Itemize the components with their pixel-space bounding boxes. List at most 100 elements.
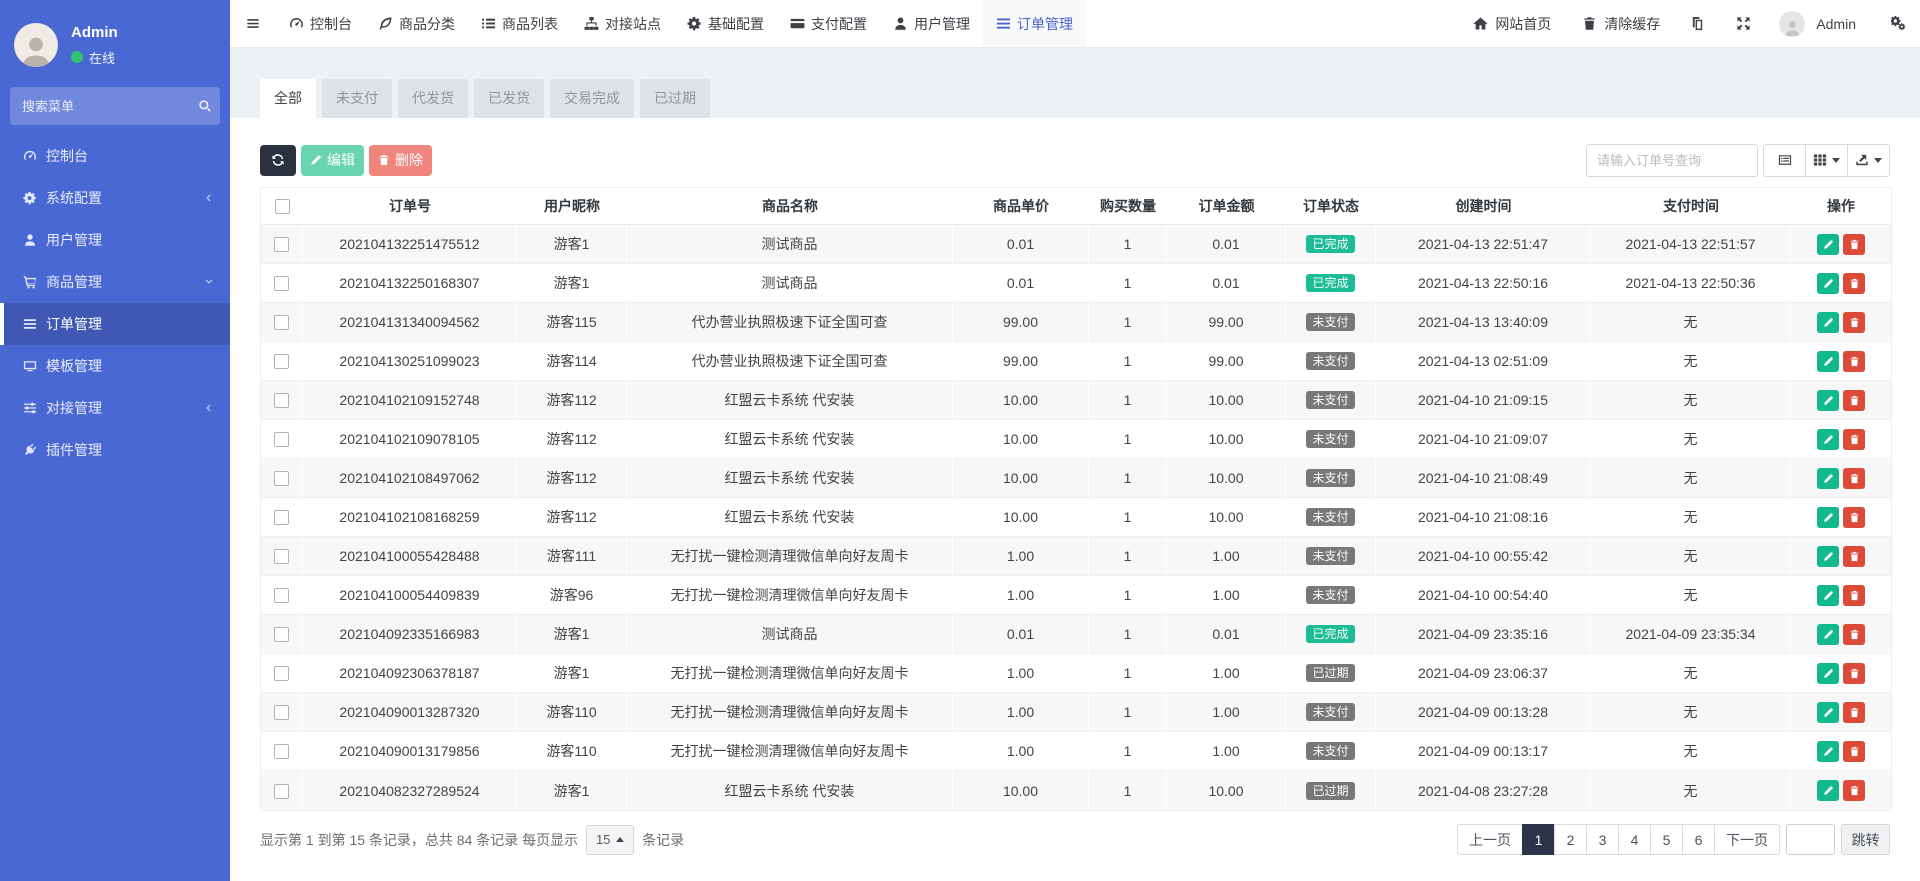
- row-checkbox[interactable]: [274, 510, 289, 525]
- row-delete-button[interactable]: [1843, 663, 1865, 684]
- row-checkbox[interactable]: [274, 549, 289, 564]
- sidebar-item-8[interactable]: 插件管理: [0, 429, 230, 471]
- sidebar-item-4[interactable]: 商品管理: [0, 261, 230, 303]
- columns-button[interactable]: [1805, 144, 1848, 177]
- row-delete-button[interactable]: [1843, 312, 1865, 333]
- sidebar-item-3[interactable]: 用户管理: [0, 219, 230, 261]
- page-jump-button[interactable]: 跳转: [1841, 824, 1890, 855]
- row-edit-button[interactable]: [1817, 468, 1839, 489]
- row-checkbox[interactable]: [274, 315, 289, 330]
- order-search-input[interactable]: [1586, 144, 1758, 177]
- topbar-item-8[interactable]: 订单管理: [983, 0, 1086, 47]
- topbar-item-5[interactable]: 基础配置: [674, 0, 777, 47]
- row-delete-button[interactable]: [1843, 585, 1865, 606]
- row-checkbox[interactable]: [274, 354, 289, 369]
- topbar-item-1[interactable]: 控制台: [276, 0, 365, 47]
- page-button-1[interactable]: 1: [1522, 824, 1555, 855]
- tab-6[interactable]: 已过期: [640, 79, 710, 118]
- row-checkbox[interactable]: [274, 588, 289, 603]
- next-page-button[interactable]: 下一页: [1714, 824, 1780, 855]
- row-edit-button[interactable]: [1817, 390, 1839, 411]
- sidebar-avatar[interactable]: [14, 23, 58, 67]
- row-delete-button[interactable]: [1843, 624, 1865, 645]
- row-delete-button[interactable]: [1843, 351, 1865, 372]
- page-button-5[interactable]: 5: [1650, 824, 1683, 855]
- sidebar-item-7[interactable]: 对接管理: [0, 387, 230, 429]
- row-edit-button[interactable]: [1817, 741, 1839, 762]
- page-button-6[interactable]: 6: [1682, 824, 1715, 855]
- row-edit-button[interactable]: [1817, 546, 1839, 567]
- row-edit-button[interactable]: [1817, 624, 1839, 645]
- sidebar-search-input[interactable]: [22, 99, 198, 114]
- sidebar-item-2[interactable]: 系统配置: [0, 177, 230, 219]
- order-no-cell: 202104090013287320: [303, 693, 517, 732]
- page-button-3[interactable]: 3: [1586, 824, 1619, 855]
- topbar-avatar[interactable]: [1779, 11, 1805, 37]
- sidebar-item-6[interactable]: 模板管理: [0, 345, 230, 387]
- page-jump-input[interactable]: [1786, 824, 1835, 855]
- row-delete-button[interactable]: [1843, 468, 1865, 489]
- topbar-item-7[interactable]: 用户管理: [880, 0, 983, 47]
- copy-page-button[interactable]: [1690, 16, 1705, 31]
- row-delete-button[interactable]: [1843, 429, 1865, 450]
- topbar-item-2[interactable]: 商品分类: [365, 0, 468, 47]
- row-checkbox[interactable]: [274, 432, 289, 447]
- export-button[interactable]: [1847, 144, 1890, 177]
- row-edit-button[interactable]: [1817, 312, 1839, 333]
- topbar-item-4[interactable]: 对接站点: [571, 0, 674, 47]
- row-edit-button[interactable]: [1817, 351, 1839, 372]
- search-icon[interactable]: [198, 99, 212, 113]
- row-delete-button[interactable]: [1843, 273, 1865, 294]
- page-button-2[interactable]: 2: [1554, 824, 1587, 855]
- delete-button[interactable]: 删除: [369, 145, 432, 176]
- row-actions-cell: [1791, 615, 1891, 654]
- row-delete-button[interactable]: [1843, 702, 1865, 723]
- row-edit-button[interactable]: [1817, 234, 1839, 255]
- page-size-dropdown[interactable]: 15: [586, 825, 634, 855]
- sidebar-item-1[interactable]: 控制台: [0, 135, 230, 177]
- row-checkbox[interactable]: [274, 627, 289, 642]
- row-delete-button[interactable]: [1843, 546, 1865, 567]
- fullscreen-button[interactable]: [1736, 16, 1751, 31]
- row-edit-button[interactable]: [1817, 585, 1839, 606]
- row-checkbox[interactable]: [274, 276, 289, 291]
- row-checkbox[interactable]: [274, 471, 289, 486]
- tab-2[interactable]: 未支付: [322, 79, 392, 118]
- tab-1[interactable]: 全部: [260, 79, 316, 118]
- row-edit-button[interactable]: [1817, 663, 1839, 684]
- settings-button[interactable]: [1891, 16, 1906, 31]
- topbar-item-3[interactable]: 商品列表: [468, 0, 571, 47]
- row-checkbox-cell: [261, 771, 303, 810]
- topbar-item-6[interactable]: 支付配置: [777, 0, 880, 47]
- sidebar-toggle-button[interactable]: [230, 0, 276, 47]
- row-checkbox[interactable]: [274, 705, 289, 720]
- page-button-4[interactable]: 4: [1618, 824, 1651, 855]
- row-delete-button[interactable]: [1843, 390, 1865, 411]
- row-delete-button[interactable]: [1843, 234, 1865, 255]
- row-checkbox[interactable]: [274, 784, 289, 799]
- row-edit-button[interactable]: [1817, 273, 1839, 294]
- sidebar-item-5[interactable]: 订单管理: [0, 303, 230, 345]
- site-home-link[interactable]: 网站首页: [1473, 14, 1551, 34]
- row-edit-button[interactable]: [1817, 507, 1839, 528]
- tab-3[interactable]: 代发货: [398, 79, 468, 118]
- tab-5[interactable]: 交易完成: [550, 79, 634, 118]
- row-edit-button[interactable]: [1817, 429, 1839, 450]
- clear-cache-link[interactable]: 清除缓存: [1582, 14, 1660, 34]
- row-delete-button[interactable]: [1843, 741, 1865, 762]
- row-edit-button[interactable]: [1817, 780, 1839, 801]
- prev-page-button[interactable]: 上一页: [1457, 824, 1523, 855]
- edit-button[interactable]: 编辑: [301, 145, 364, 176]
- tab-4[interactable]: 已发货: [474, 79, 544, 118]
- refresh-button[interactable]: [260, 145, 296, 176]
- row-edit-button[interactable]: [1817, 702, 1839, 723]
- row-checkbox[interactable]: [274, 237, 289, 252]
- select-all-checkbox[interactable]: [275, 199, 290, 214]
- row-checkbox[interactable]: [274, 744, 289, 759]
- row-delete-button[interactable]: [1843, 780, 1865, 801]
- toggle-view-button[interactable]: [1763, 144, 1806, 177]
- topbar-user-name[interactable]: Admin: [1816, 16, 1856, 32]
- row-delete-button[interactable]: [1843, 507, 1865, 528]
- row-checkbox[interactable]: [274, 666, 289, 681]
- row-checkbox[interactable]: [274, 393, 289, 408]
